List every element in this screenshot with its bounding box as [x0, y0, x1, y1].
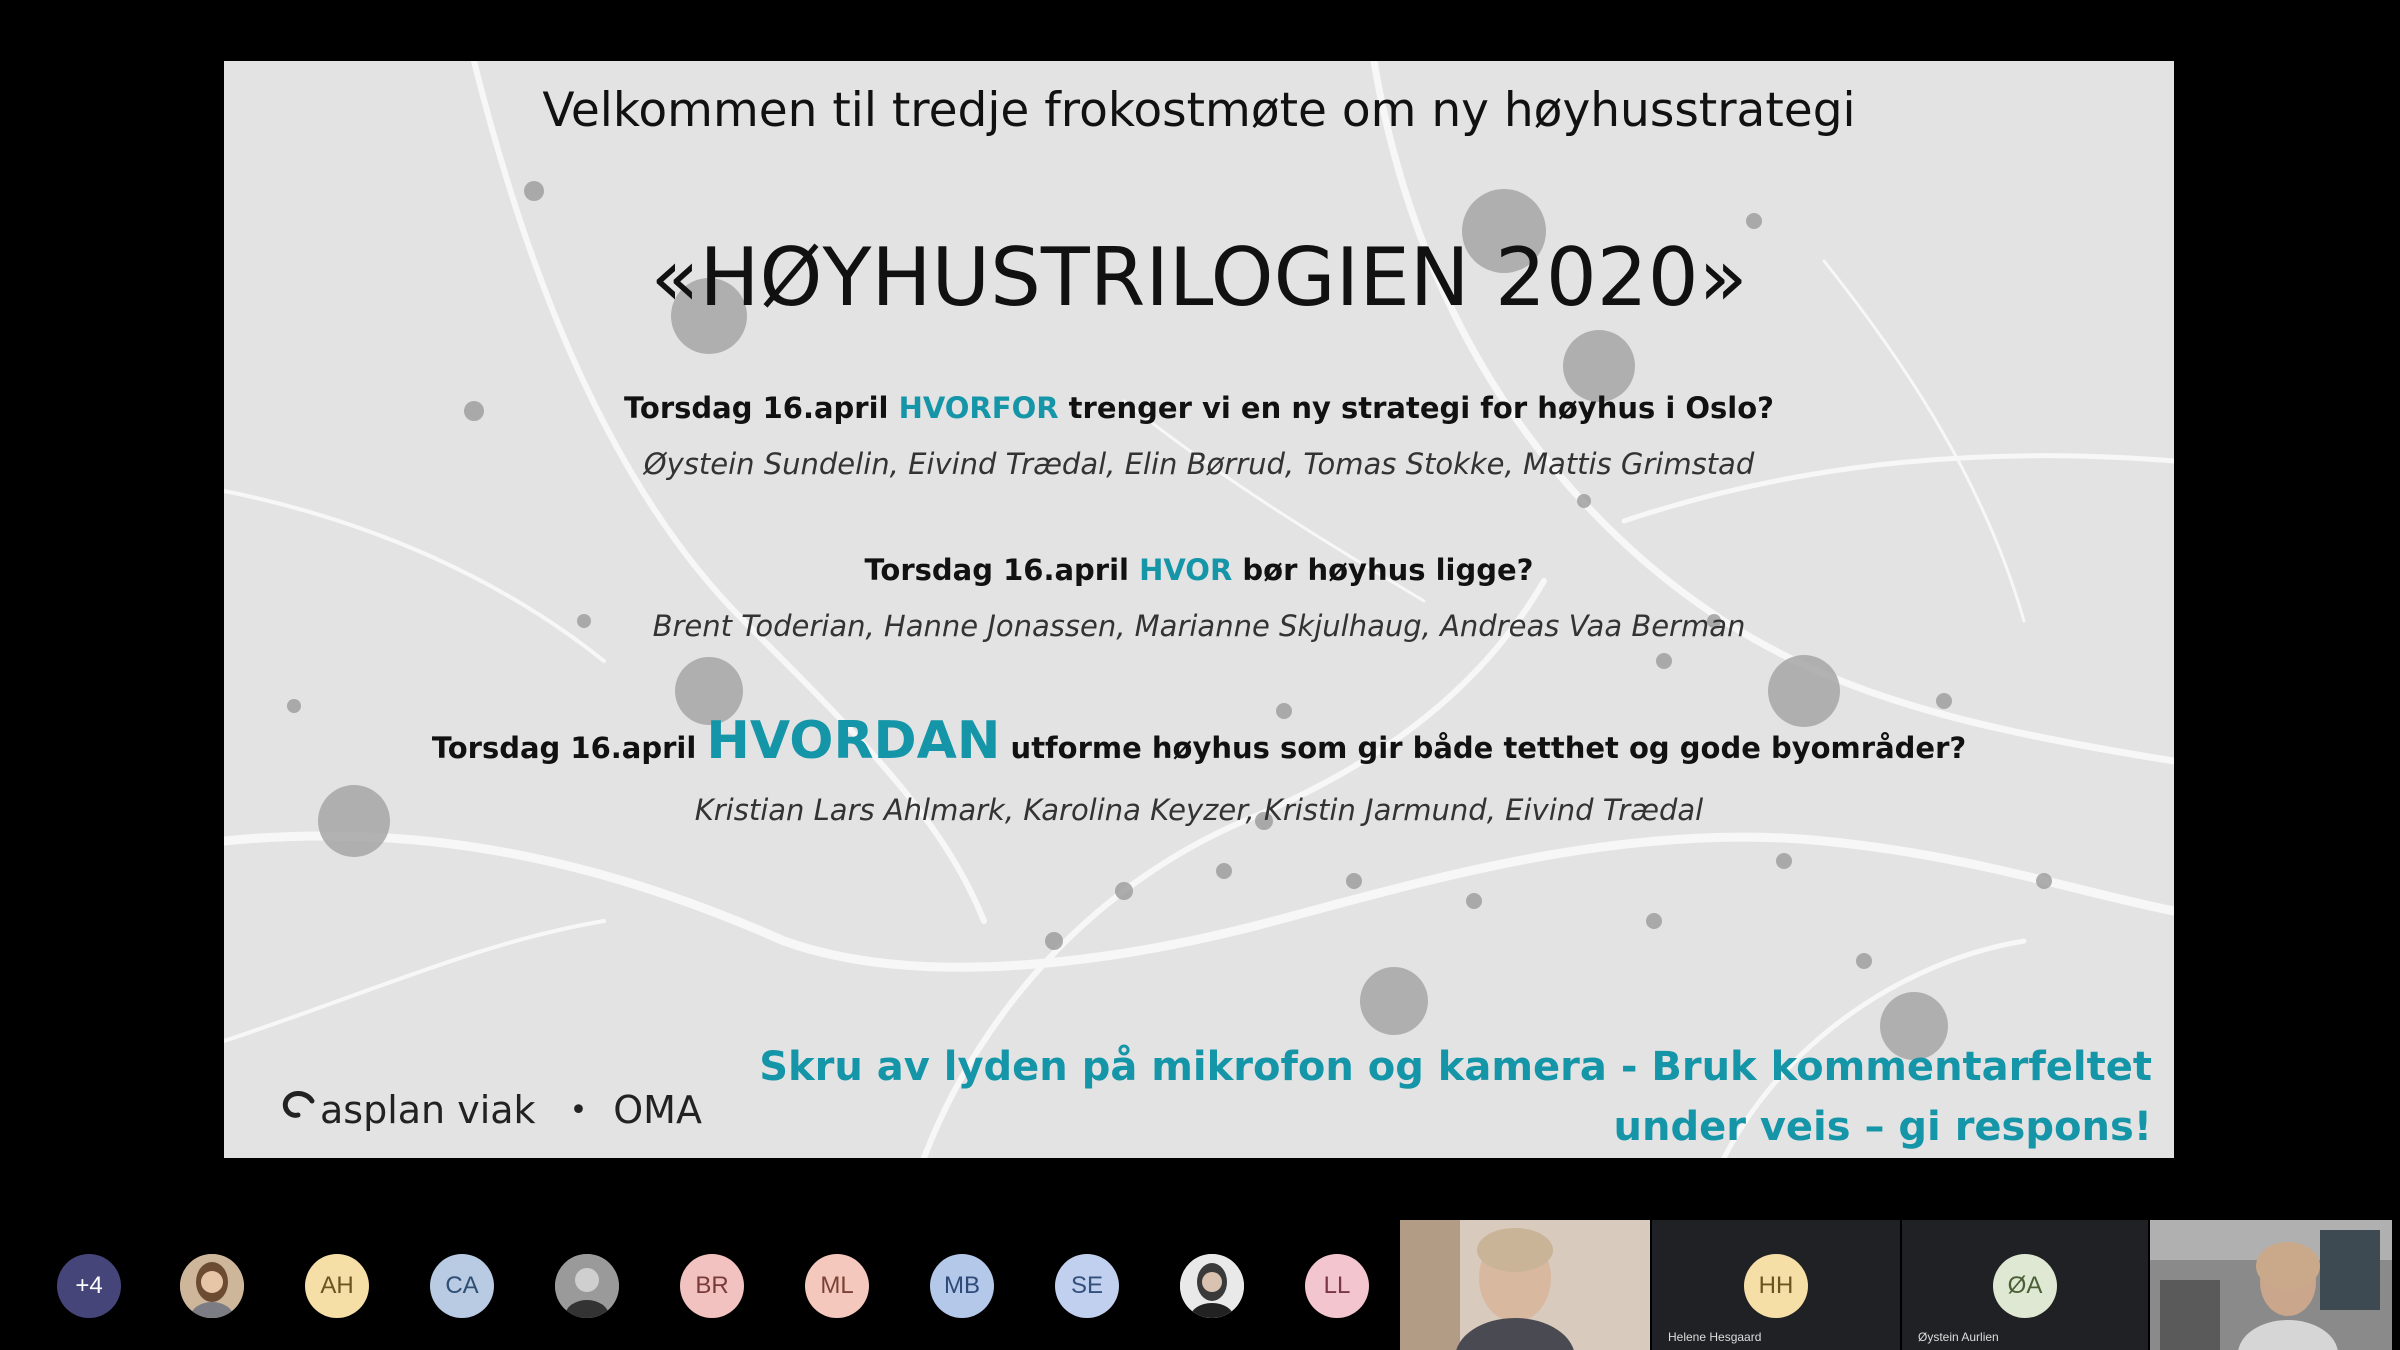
participant-avatar-ml[interactable]: ML: [805, 1254, 869, 1318]
participant-avatar-mb[interactable]: MB: [930, 1254, 994, 1318]
asplan-viak-logo: asplan viak: [280, 1087, 536, 1133]
participant-tile-hh[interactable]: HH Helene Hesgaard: [1652, 1220, 1900, 1350]
session-1-question: trenger vi en ny strategi for høyhus i O…: [1068, 391, 1774, 425]
participant-avatar-photo[interactable]: [180, 1254, 244, 1318]
participant-tile-hh-name: Helene Hesgaard: [1668, 1330, 1762, 1344]
session-3-line: Torsdag 16.april HVORDAN utforme høyhus …: [224, 711, 2174, 771]
session-2-speakers: Brent Toderian, Hanne Jonassen, Marianne…: [652, 609, 1746, 643]
participant-video-feed: [1400, 1220, 1650, 1350]
asplan-viak-text: asplan viak: [320, 1088, 536, 1132]
more-participants-button[interactable]: +4: [57, 1254, 121, 1318]
participant-video-tile-1[interactable]: [1400, 1220, 1650, 1350]
session-1-keyword: HVORFOR: [898, 391, 1059, 425]
slide-welcome-text: Velkommen til tredje frokostmøte om ny h…: [542, 83, 1856, 138]
session-1-date: Torsdag 16.april: [623, 391, 889, 425]
participant-avatar-br[interactable]: BR: [680, 1254, 744, 1318]
oma-logo: OMA: [613, 1088, 702, 1132]
session-2-line: Torsdag 16.april HVOR bør høyhus ligge?: [224, 553, 2174, 587]
presentation-slide: Velkommen til tredje frokostmøte om ny h…: [224, 61, 2174, 1158]
session-2-question: bør høyhus ligge?: [1242, 553, 1534, 587]
session-1-speakers: Øystein Sundelin, Eivind Trædal, Elin Bø…: [643, 447, 1755, 481]
participant-avatar-photo-3[interactable]: [1180, 1254, 1244, 1318]
person-photo-icon-2: [555, 1254, 619, 1318]
participant-avatar-ah[interactable]: AH: [305, 1254, 369, 1318]
session-3-speakers: Kristian Lars Ahlmark, Karolina Keyzer, …: [694, 793, 1704, 827]
session-1-line: Torsdag 16.april HVORFOR trenger vi en n…: [224, 391, 2174, 425]
participant-tile-hh-avatar: HH: [1744, 1254, 1808, 1318]
participant-tile-oa[interactable]: ØA Øystein Aurlien: [1902, 1220, 2148, 1350]
participant-avatar-photo-2[interactable]: [555, 1254, 619, 1318]
notice-line-1: Skru av lyden på mikrofon og kamera - Br…: [759, 1044, 2152, 1090]
session-3-question: utforme høyhus som gir både tetthet og g…: [1010, 731, 1967, 765]
participant-video-feed-2: [2150, 1220, 2392, 1350]
participant-avatar-se[interactable]: SE: [1055, 1254, 1119, 1318]
notice-line-2: under veis – gi respons!: [1613, 1104, 2152, 1150]
slide-notice: Skru av lyden på mikrofon og kamera - Br…: [752, 1037, 2152, 1157]
person-photo-icon-3: [1180, 1254, 1244, 1318]
session-3-keyword: HVORDAN: [706, 711, 1001, 771]
session-2-date: Torsdag 16.april: [864, 553, 1129, 587]
logo-separator: •: [569, 1092, 588, 1128]
person-photo-icon: [180, 1254, 244, 1318]
participant-video-tile-2[interactable]: [2150, 1220, 2392, 1350]
session-2-keyword: HVOR: [1139, 553, 1233, 587]
participant-avatar-ll[interactable]: LL: [1305, 1254, 1369, 1318]
participant-tile-oa-name: Øystein Aurlien: [1918, 1330, 1999, 1344]
slide-logos: asplan viak • OMA: [280, 1075, 702, 1145]
slide-main-title: «HØYHUSTRILOGIEN 2020»: [650, 231, 1748, 324]
participant-avatar-ca[interactable]: CA: [430, 1254, 494, 1318]
session-3-date: Torsdag 16.april: [431, 731, 697, 765]
participant-tile-oa-avatar: ØA: [1993, 1254, 2057, 1318]
asplan-swirl-icon: [282, 1091, 315, 1118]
